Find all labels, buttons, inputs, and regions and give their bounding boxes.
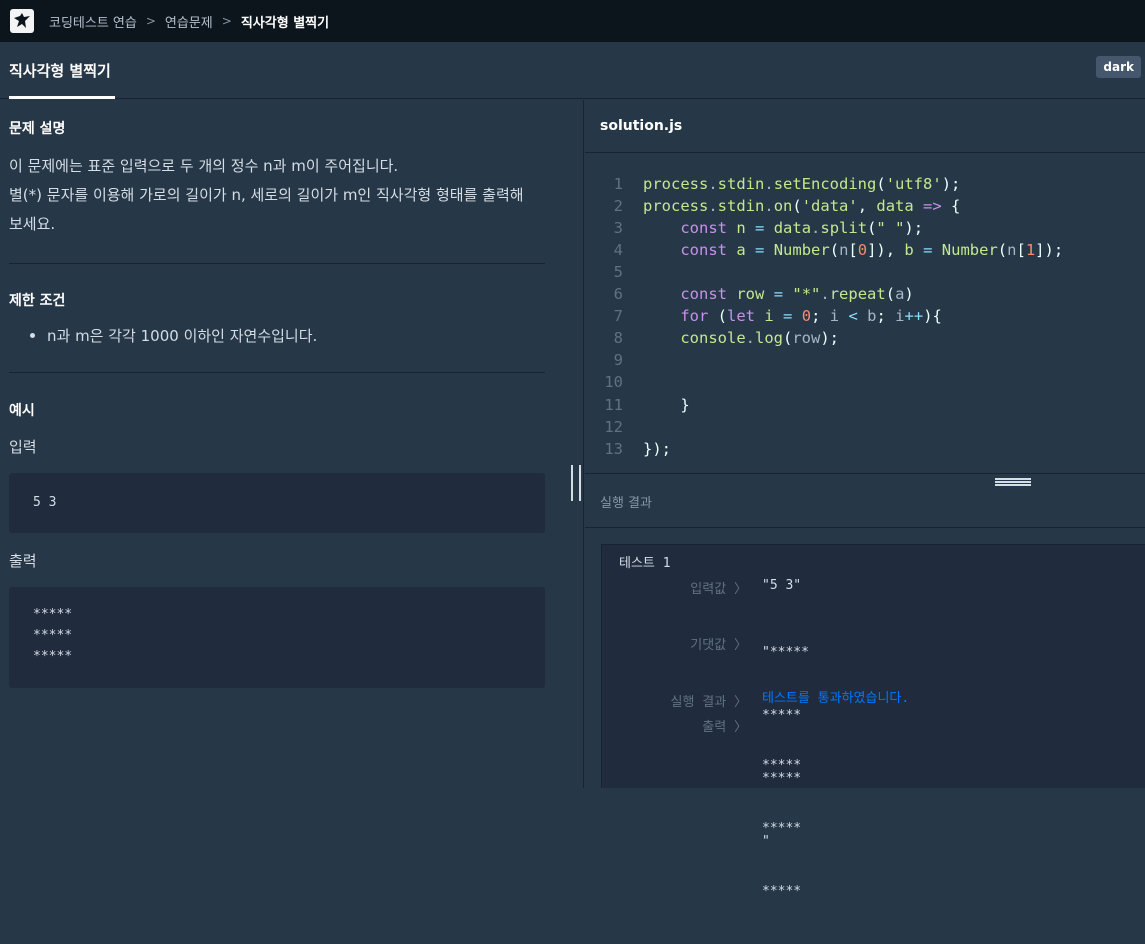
example-output-line: ***** (33, 607, 73, 622)
example-input-line: 5 3 (33, 495, 57, 510)
input-label: 입력 (9, 438, 37, 456)
editor-header: solution.js (585, 100, 1145, 153)
test-name: 테스트 1 (619, 556, 671, 571)
example-input-box: 5 3 (9, 473, 545, 533)
breadcrumb-item-current: 직사각형 별찍기 (240, 15, 330, 31)
output-line: ***** (762, 884, 802, 899)
tab-problem[interactable]: 직사각형 별찍기 (9, 42, 111, 99)
chevron-right-icon: > (145, 14, 156, 28)
constraint-item: n과 m은 각각 1000 이하인 자연수입니다. (30, 325, 317, 346)
input-value-label: 입력값 〉 (690, 582, 747, 597)
output-label: 출력 〉 (702, 720, 747, 735)
expected-value-label: 기댓값 〉 (690, 638, 747, 653)
bullet-icon (30, 333, 35, 338)
code-line: 12 (604, 418, 623, 436)
constraint-text: n과 m은 각각 1000 이하인 자연수입니다. (47, 327, 318, 345)
description-text: 이 문제에는 표준 입력으로 두 개의 정수 n과 m이 주어집니다. 별(*)… (9, 152, 549, 239)
result-resize-handle[interactable] (995, 478, 1031, 486)
editor-panel: solution.js 1 process.stdin.setEncoding('… (585, 100, 1145, 899)
code-line: 10 (604, 373, 623, 391)
run-result-label: 실행 결과 〉 (670, 695, 748, 710)
breadcrumb-item-coding-test[interactable]: 코딩테스트 연습 (49, 12, 137, 31)
theme-toggle-button[interactable]: dark (1096, 56, 1141, 78)
code-line: 5 (613, 263, 623, 281)
code-line: 13}); (604, 440, 671, 458)
description-title: 문제 설명 (9, 121, 66, 137)
code-line: 6 const row = "*".repeat(a) (613, 285, 914, 303)
logo-icon[interactable] (10, 9, 34, 33)
description-line: 별(*) 문자를 이용해 가로의 길이가 n, 세로의 길이가 m인 직사각형 … (9, 186, 524, 204)
description-line: 보세요. (9, 215, 56, 233)
breadcrumb: 코딩테스트 연습 > 연습문제 > 직사각형 별찍기 (49, 12, 329, 31)
expected-line: "***** (762, 645, 809, 660)
example-output-line: ***** (33, 628, 73, 643)
constraints-title: 제한 조건 (9, 293, 66, 309)
code-editor[interactable]: 1 process.stdin.setEncoding('utf8'); 2 pro… (585, 154, 1145, 474)
example-output-box: ***** ***** ***** (9, 587, 545, 688)
top-bar: 코딩테스트 연습 > 연습문제 > 직사각형 별찍기 (0, 0, 1145, 42)
code-line: 1 process.stdin.setEncoding('utf8'); (613, 175, 961, 193)
result-header: 실행 결과 (585, 473, 1145, 528)
code-line: 9 (613, 351, 623, 369)
divider (9, 263, 545, 264)
divider (9, 372, 545, 373)
file-name: solution.js (600, 118, 683, 134)
output-value: ***** ***** ***** (762, 713, 809, 944)
result-title: 실행 결과 (600, 496, 652, 511)
chevron-right-icon: > (221, 14, 232, 28)
panel-resize-handle[interactable] (571, 465, 581, 501)
example-title: 예시 (9, 403, 35, 419)
output-label: 출력 (9, 552, 37, 570)
code-line: 3 const n = data.split(" "); (613, 219, 924, 237)
code-line: 7 for (let i = 0; i < b; i++){ (613, 307, 942, 325)
tab-bar: 직사각형 별찍기 dark (0, 42, 1145, 99)
description-line: 이 문제에는 표준 입력으로 두 개의 정수 n과 m이 주어집니다. (9, 157, 399, 175)
tab-underline (9, 96, 115, 99)
result-box: 테스트 1 입력값 〉 "5 3" 기댓값 〉 "***** ***** ***… (601, 544, 1145, 899)
code-line: 2 process.stdin.on('data', data => { (613, 197, 961, 215)
breadcrumb-item-practice[interactable]: 연습문제 (165, 12, 213, 31)
example-output-line: ***** (33, 649, 73, 664)
input-value: "5 3" (762, 578, 802, 593)
code-line: 11 } (604, 396, 690, 414)
problem-panel: 문제 설명 이 문제에는 표준 입력으로 두 개의 정수 n과 m이 주어집니다… (0, 100, 584, 788)
run-result-value: 테스트를 통과하였습니다. (762, 691, 910, 706)
code-line: 4 const a = Number(n[0]), b = Number(n[1… (613, 241, 1064, 259)
output-line: ***** (762, 821, 802, 836)
code-line: 8 console.log(row); (613, 329, 840, 347)
output-line: ***** (762, 758, 802, 773)
